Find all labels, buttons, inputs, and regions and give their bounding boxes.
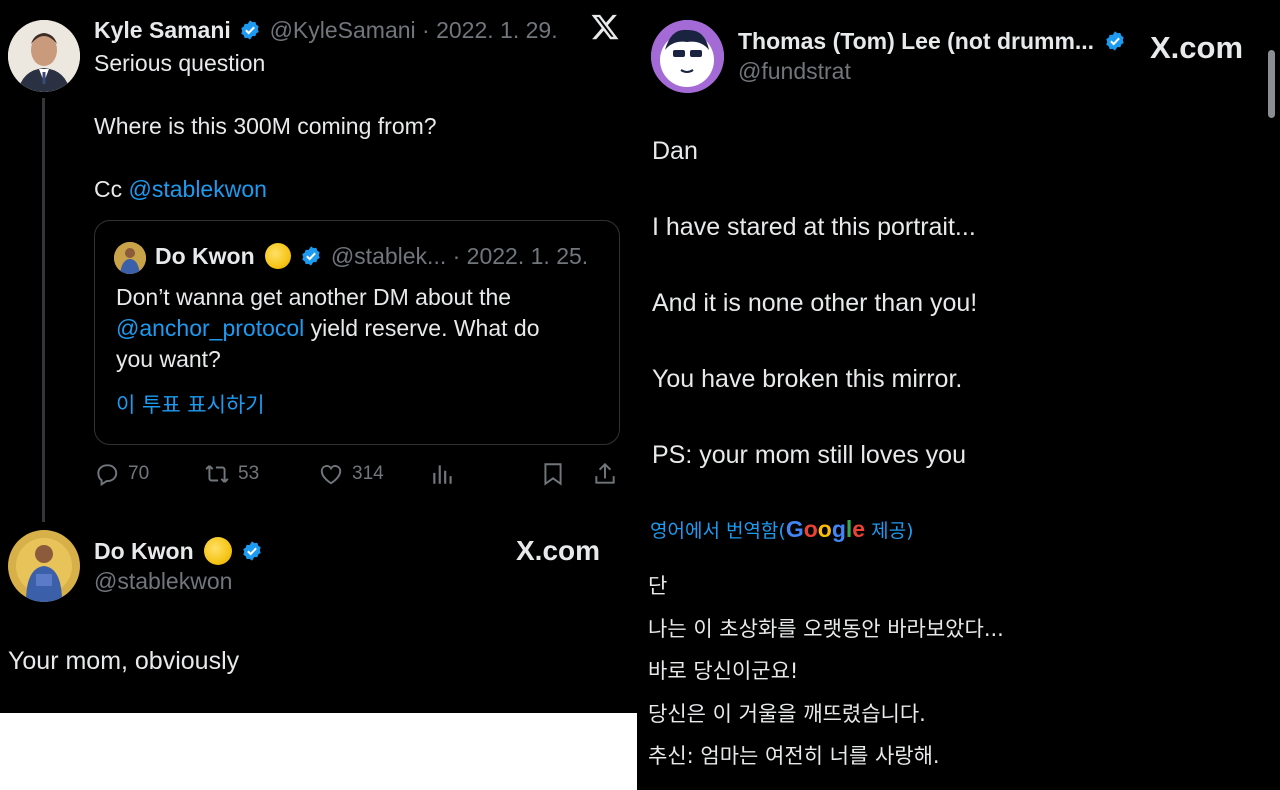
sun-emoji-icon [204, 537, 233, 565]
x-logo-icon[interactable] [590, 10, 620, 51]
right-text-line-1: Dan [652, 137, 698, 165]
left-tweet-panel: Kyle Samani @KyleSamani · 2022. 1. 29. S… [0, 0, 637, 790]
retweet-button[interactable]: 53 [204, 460, 259, 488]
mention-link-anchor-protocol[interactable]: @anchor_protocol [116, 315, 304, 341]
korean-line-1: 단 [648, 574, 668, 598]
verified-badge-icon [243, 541, 262, 561]
x-com-logo[interactable]: X.com [516, 535, 600, 567]
tweet-header: Kyle Samani @KyleSamani · 2022. 1. 29. [94, 17, 558, 45]
right-text-line-4: You have broken this mirror. [652, 365, 963, 393]
quote-author-name[interactable]: Do Kwon [155, 243, 255, 269]
translation-prefix: 영어에서 번역함( [650, 520, 786, 542]
google-logo: Google [785, 516, 866, 542]
retweet-icon [205, 465, 229, 483]
sun-emoji-icon [265, 243, 292, 269]
tweet-text-line-1: Serious question [94, 50, 266, 76]
reply-icon [97, 464, 118, 487]
right-text-line-3: And it is none other than you! [652, 289, 978, 317]
right-text-line-2: I have stared at this portrait... [652, 213, 976, 241]
reply-header: Do Kwon [94, 537, 263, 569]
share-button[interactable] [592, 460, 618, 488]
korean-line-4: 당신은 이 거울을 깨뜨렸습니다. [648, 702, 926, 726]
korean-line-5: 추신: 엄마는 여전히 너를 사랑해. [648, 744, 940, 768]
author-handle[interactable]: @KyleSamani [270, 17, 416, 43]
avatar-do-kwon-small[interactable] [114, 242, 146, 274]
tweet-date[interactable]: · 2022. 1. 29. [422, 17, 558, 43]
retweet-count: 53 [238, 463, 260, 484]
korean-line-2: 나는 이 초상화를 오랫동안 바라보았다... [648, 617, 1004, 641]
right-author-handle[interactable]: @fundstrat [738, 58, 851, 85]
reply-handle[interactable]: @stablekwon [94, 568, 232, 595]
quote-text-line-2: @anchor_protocol yield reserve. What do [116, 315, 540, 342]
views-button[interactable] [430, 460, 456, 488]
translation-suffix: 제공) [865, 520, 914, 542]
translation-attribution[interactable]: 영어에서 번역함(Google 제공) [650, 516, 914, 543]
quote-header: Do Kwon @stablek... · 2022. 1. 25. [155, 243, 588, 273]
thread-connector-line [42, 98, 45, 522]
right-tweet-header: Thomas (Tom) Lee (not drumm... [738, 28, 1126, 56]
like-icon [320, 465, 342, 485]
tweet-text-line-2: Where is this 300M coming from? [94, 113, 437, 139]
quote-handle[interactable]: @stablek... [331, 243, 446, 269]
right-author-name[interactable]: Thomas (Tom) Lee (not drumm... [738, 28, 1094, 54]
quote-text-line-1: Don’t wanna get another DM about the [116, 284, 512, 310]
like-button[interactable]: 314 [318, 460, 384, 488]
quote-text-line-2-rest: yield reserve. What do [304, 315, 540, 341]
views-icon [433, 465, 452, 484]
avatar-tom-lee[interactable] [651, 20, 724, 93]
blank-area [0, 713, 637, 790]
right-text-line-5: PS: your mom still loves you [652, 441, 966, 469]
quote-date[interactable]: · 2022. 1. 25. [453, 243, 589, 269]
reply-button[interactable]: 70 [94, 460, 149, 488]
share-icon [595, 462, 615, 484]
korean-line-3: 바로 당신이군요! [648, 659, 799, 683]
reply-author-name[interactable]: Do Kwon [94, 538, 194, 564]
quote-text-line-3: you want? [116, 346, 221, 372]
cc-prefix: Cc [94, 176, 129, 202]
like-count: 314 [352, 463, 384, 484]
verified-badge-icon [302, 246, 321, 266]
tweet-text-cc: Cc @stablekwon [94, 176, 267, 203]
x-com-logo-right[interactable]: X.com [1150, 30, 1243, 66]
reply-count: 70 [128, 463, 150, 484]
reply-text: Your mom, obviously [8, 647, 240, 675]
bookmark-icon [544, 463, 562, 486]
author-name[interactable]: Kyle Samani [94, 17, 231, 43]
mention-link-stablekwon[interactable]: @stablekwon [129, 176, 267, 202]
verified-badge-icon [241, 20, 259, 40]
avatar-do-kwon[interactable] [8, 530, 80, 602]
verified-badge-icon [1106, 31, 1125, 51]
scrollbar[interactable] [1268, 50, 1275, 118]
avatar-kyle-samani[interactable] [8, 20, 80, 92]
bookmark-button[interactable] [540, 460, 566, 488]
show-poll-link[interactable]: 이 투표 표시하기 [116, 389, 265, 419]
